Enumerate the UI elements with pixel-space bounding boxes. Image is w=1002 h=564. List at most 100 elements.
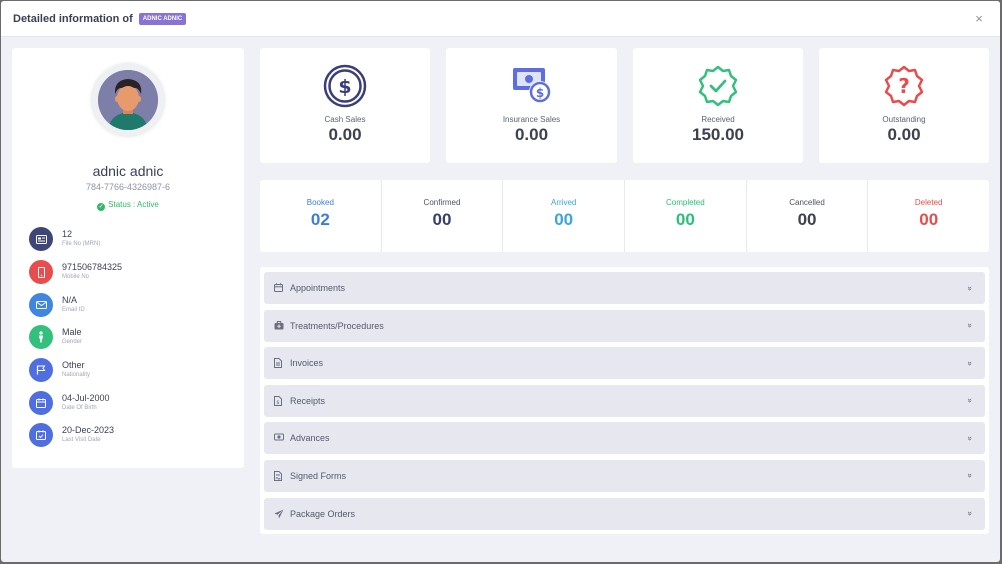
chevron-double-down-icon[interactable]: »	[966, 509, 975, 519]
info-label: Gender	[62, 339, 83, 346]
stat-label: Received	[701, 115, 735, 124]
gender-icon	[29, 325, 53, 350]
chevron-double-down-icon[interactable]: »	[966, 396, 975, 406]
info-value: N/A	[62, 294, 78, 305]
patient-detail-modal: Detailed information of ADNIC ADNIC × ad…	[1, 1, 1000, 562]
status-count: 00	[432, 210, 452, 229]
info-row-gender: Male Gender	[29, 321, 122, 354]
status-confirmed[interactable]: Confirmed 00	[382, 180, 504, 252]
info-value: 20-Dec-2023	[62, 425, 115, 436]
info-label: Last Visit Date	[62, 437, 101, 444]
profile-card: adnic adnic 784-7766-4326987-6 ✓ Status :…	[12, 48, 244, 468]
chevron-double-down-icon[interactable]: »	[966, 471, 975, 481]
stat-value: 0.00	[887, 125, 921, 144]
detail-sections-accordion: Appointments » Treatments/Procedures » I…	[260, 267, 989, 534]
status-text: Status : Active	[108, 200, 159, 209]
status-label: Confirmed	[423, 198, 461, 207]
avatar	[98, 70, 158, 130]
patient-info-list: 12 File No (MRN) 971506784325 Mobile No N/…	[29, 223, 122, 452]
status-count: 00	[797, 210, 817, 229]
section-label: Treatments/Procedures	[290, 320, 384, 331]
info-value: Other	[62, 360, 85, 371]
status-count: 00	[554, 210, 574, 229]
status-label: Completed	[666, 198, 705, 207]
status-count: 00	[675, 210, 695, 229]
status-count: 02	[310, 210, 330, 229]
stat-card-insurance-sales: $ Insurance Sales 0.00	[446, 48, 617, 163]
money-bill-icon: $	[510, 64, 554, 108]
patient-name-badge: ADNIC ADNIC	[138, 12, 187, 25]
svg-text:$: $	[535, 86, 543, 100]
file-invoice-icon	[274, 358, 284, 369]
info-value: Male	[62, 327, 82, 338]
section-treatments-procedures[interactable]: Treatments/Procedures »	[264, 309, 985, 342]
info-row-mobile: 971506784325 Mobile No	[29, 256, 122, 289]
signed-form-icon	[274, 470, 284, 481]
info-value: 12	[62, 229, 73, 240]
patient-id-number: 784-7766-4326987-6	[85, 182, 171, 192]
section-label: Advances	[290, 433, 330, 444]
status-cancelled[interactable]: Cancelled 00	[747, 180, 869, 252]
appointment-status-bar: Booked 02 Confirmed 00 Arrived 00 Comple…	[260, 180, 989, 252]
info-value: 971506784325	[62, 262, 123, 273]
modal-header: Detailed information of ADNIC ADNIC ×	[1, 1, 1000, 37]
info-label: Email ID	[62, 306, 85, 313]
info-label: File No (MRN)	[62, 241, 101, 248]
status-arrived[interactable]: Arrived 00	[503, 180, 626, 252]
chevron-double-down-icon[interactable]: »	[966, 433, 975, 443]
section-invoices[interactable]: Invoices »	[264, 347, 985, 380]
section-advances[interactable]: Advances »	[264, 422, 985, 455]
section-receipts[interactable]: $ Receipts »	[264, 384, 985, 417]
status-badge: ✓ Status : Active	[12, 200, 244, 211]
calendar-icon	[274, 283, 284, 293]
info-row-nationality: Other Nationality	[29, 354, 122, 387]
section-label: Package Orders	[290, 508, 356, 519]
money-icon	[274, 433, 284, 443]
stat-value: 0.00	[514, 125, 549, 144]
envelope-icon	[29, 292, 53, 317]
flag-icon	[29, 358, 53, 383]
chevron-double-down-icon[interactable]: »	[966, 283, 975, 293]
info-label: Mobile No	[62, 274, 90, 281]
receipt-icon: $	[274, 395, 284, 406]
stat-card-received: Received 150.00	[633, 48, 803, 163]
question-badge-icon: ?	[882, 64, 926, 108]
section-package-orders[interactable]: Package Orders »	[264, 497, 985, 530]
status-deleted[interactable]: Deleted 00	[868, 180, 989, 252]
mobile-icon	[29, 260, 53, 285]
info-value: 04-Jul-2000	[62, 392, 110, 403]
section-appointments[interactable]: Appointments »	[264, 272, 985, 304]
info-row-dob: 04-Jul-2000 Date Of Birth	[29, 386, 122, 419]
chevron-double-down-icon[interactable]: »	[966, 321, 975, 331]
avatar-frame	[92, 64, 164, 136]
paper-plane-icon	[274, 509, 284, 519]
calendar-icon	[29, 390, 53, 415]
svg-text:$: $	[276, 400, 279, 406]
section-label: Appointments	[290, 283, 346, 293]
svg-text:?: ?	[898, 74, 910, 98]
id-card-icon	[29, 227, 53, 252]
info-row-file-no: 12 File No (MRN)	[29, 223, 122, 256]
status-completed[interactable]: Completed 00	[625, 180, 747, 252]
stat-value: 150.00	[692, 125, 744, 144]
stat-value: 0.00	[328, 125, 362, 144]
stat-card-outstanding: ? Outstanding 0.00	[819, 48, 989, 163]
section-label: Receipts	[290, 395, 326, 406]
check-badge-icon	[696, 64, 740, 108]
info-label: Nationality	[62, 372, 91, 379]
stat-label: Cash Sales	[324, 115, 366, 124]
status-label: Deleted	[914, 198, 943, 207]
status-label: Cancelled	[789, 198, 825, 207]
status-label: Booked	[306, 198, 334, 207]
close-button[interactable]: ×	[972, 12, 986, 26]
section-signed-forms[interactable]: Signed Forms »	[264, 459, 985, 492]
stat-label: Insurance Sales	[502, 115, 561, 124]
patient-name: adnic adnic	[92, 163, 164, 179]
status-booked[interactable]: Booked 02	[260, 180, 382, 252]
chevron-double-down-icon[interactable]: »	[966, 358, 975, 368]
check-circle-icon: ✓	[97, 203, 106, 211]
stat-card-cash-sales: $ Cash Sales 0.00	[260, 48, 430, 163]
stat-label: Outstanding	[882, 115, 926, 124]
calendar-check-icon	[29, 423, 53, 448]
info-label: Date Of Birth	[62, 404, 97, 411]
